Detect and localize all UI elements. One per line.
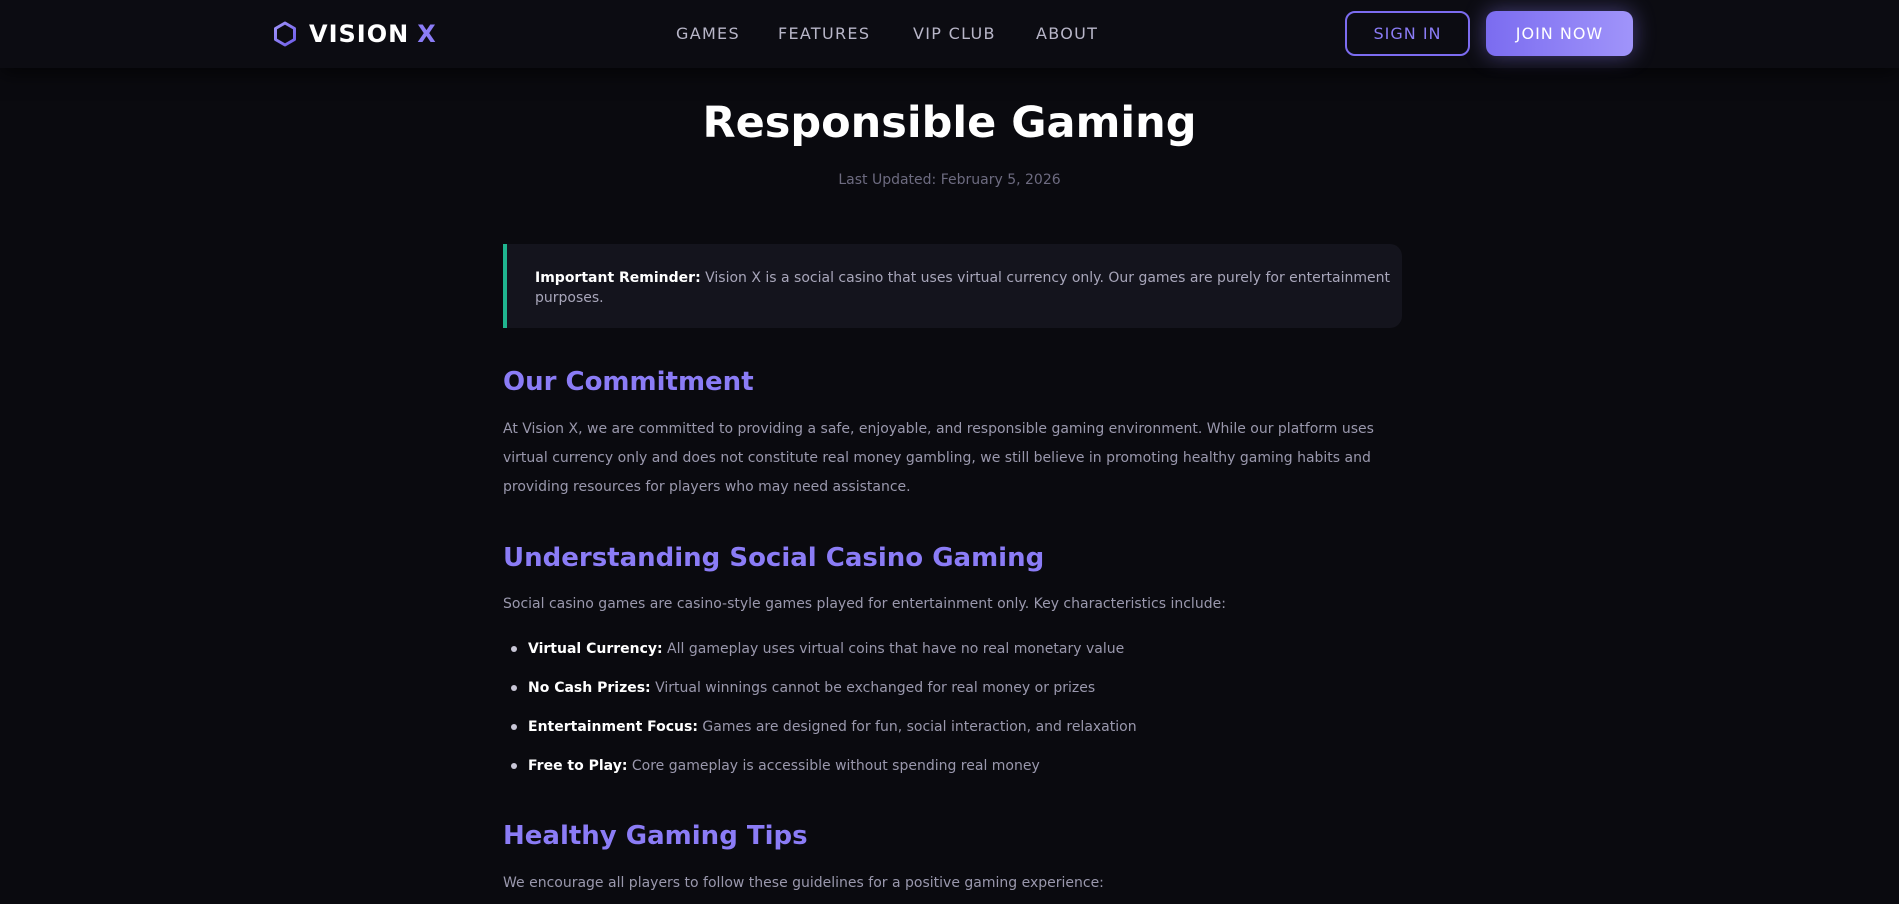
bullet-icon [511, 646, 517, 652]
list-item-label: Entertainment Focus: [528, 719, 698, 735]
bullet-icon [511, 685, 517, 691]
brand-name-accent: X [417, 20, 437, 48]
important-reminder-callout: Important Reminder: Vision X is a social… [503, 244, 1402, 328]
section-paragraph-social-casino: Social casino games are casino-style gam… [503, 596, 1226, 612]
join-now-button[interactable]: JOIN NOW [1486, 11, 1633, 56]
section-paragraph-commitment: At Vision X, we are committed to providi… [503, 421, 1374, 495]
bullet-icon [511, 763, 517, 769]
list-item-text: Virtual winnings cannot be exchanged for… [650, 680, 1096, 696]
nav-features-link[interactable]: FEATURES [778, 22, 870, 46]
list-item-text: Core gameplay is accessible without spen… [627, 758, 1040, 774]
list-item-label: Free to Play: [528, 758, 628, 774]
list-item-text: Games are designed for fun, social inter… [697, 719, 1137, 735]
list-item: Virtual Currency: All gameplay uses virt… [503, 634, 1137, 673]
section-heading-social-casino: Understanding Social Casino Gaming [503, 543, 1045, 573]
top-nav-bar: VISION X GAMES FEATURES VIP CLUB ABOUT SI… [0, 0, 1899, 68]
callout-label: Important Reminder: [535, 270, 701, 286]
list-item-label: No Cash Prizes: [528, 680, 651, 696]
list-item-text: All gameplay uses virtual coins that hav… [662, 641, 1125, 657]
list-item-label: Virtual Currency: [528, 641, 663, 657]
hexagon-icon [273, 21, 297, 47]
brand-logo[interactable]: VISION X [273, 16, 437, 52]
section-paragraph-healthy-tips: We encourage all players to follow these… [503, 875, 1104, 891]
bullet-icon [511, 724, 517, 730]
nav-games-link[interactable]: GAMES [676, 22, 740, 46]
last-updated-date: Last Updated: February 5, 2026 [838, 172, 1061, 188]
characteristics-list: Virtual Currency: All gameplay uses virt… [503, 634, 1137, 790]
nav-about-link[interactable]: ABOUT [1036, 22, 1098, 46]
list-item: No Cash Prizes: Virtual winnings cannot … [503, 673, 1137, 712]
brand-name: VISION X [309, 20, 437, 48]
section-heading-commitment: Our Commitment [503, 367, 754, 397]
sign-in-button[interactable]: SIGN IN [1345, 11, 1470, 56]
page-title: Responsible Gaming [702, 98, 1197, 148]
section-heading-healthy-tips: Healthy Gaming Tips [503, 821, 808, 851]
list-item: Free to Play: Core gameplay is accessibl… [503, 751, 1137, 790]
nav-vip-club-link[interactable]: VIP CLUB [913, 22, 996, 46]
list-item: Entertainment Focus: Games are designed … [503, 712, 1137, 751]
